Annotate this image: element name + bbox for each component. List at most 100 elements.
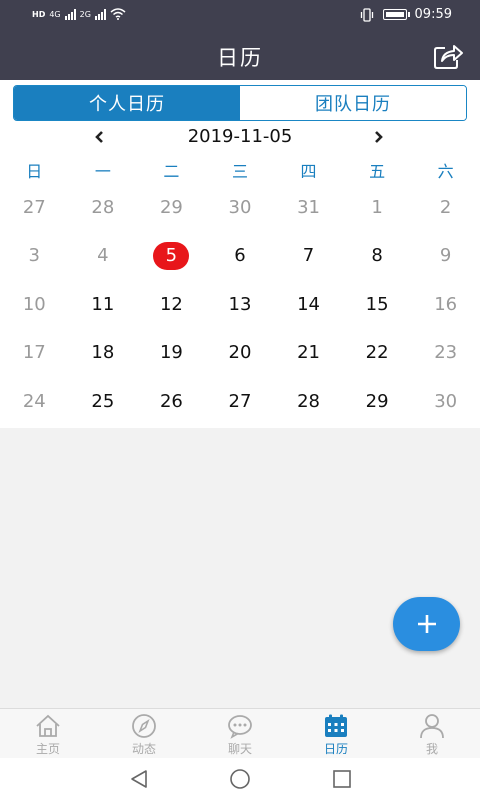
share-icon[interactable]	[432, 41, 464, 71]
tab-chat[interactable]: 聊天	[192, 709, 288, 758]
calendar-panel: 个人日历 团队日历 2019-11-05 日 一 二 三 四 五 六 27 28 2…	[0, 80, 480, 428]
day-number: 7	[302, 245, 315, 267]
day-number: 29	[159, 196, 183, 218]
calendar-day[interactable]: 26	[137, 377, 206, 426]
weekday-label: 二	[163, 162, 180, 181]
tab-home[interactable]: 主页	[0, 709, 96, 758]
day-number: 30	[434, 390, 458, 412]
calendar-day[interactable]: 14	[274, 280, 343, 329]
chat-icon	[228, 715, 252, 739]
calendar-day[interactable]: 24	[0, 377, 69, 426]
calendar-day[interactable]: 17	[0, 329, 69, 378]
day-number: 27	[22, 196, 46, 218]
bottom-tab-bar: 主页 动态 聊天 日历 我	[0, 708, 480, 758]
day-number: 28	[91, 196, 115, 218]
calendar-day[interactable]: 27	[0, 183, 69, 232]
network-4g-label: 4G	[49, 9, 61, 19]
calendar-day[interactable]: 10	[0, 280, 69, 329]
chevron-right-icon[interactable]	[366, 126, 390, 148]
tab-me[interactable]: 我	[384, 709, 480, 758]
day-number: 31	[297, 196, 320, 218]
tab-label: 我	[425, 742, 438, 756]
day-number: 4	[97, 245, 109, 267]
home-circle-icon[interactable]	[229, 768, 251, 790]
calendar-day[interactable]: 29	[137, 183, 206, 232]
calendar-day-today[interactable]: 5	[137, 232, 206, 281]
calendar-type-switch: 个人日历 团队日历	[13, 85, 467, 121]
calendar-week-row: 17 18 19 20 21 22 23	[0, 329, 480, 378]
weekday-label: 五	[369, 162, 386, 181]
day-number: 13	[228, 293, 252, 315]
page-title: 日历	[217, 46, 263, 70]
calendar-day[interactable]: 21	[274, 329, 343, 378]
status-right: 09:59	[359, 7, 452, 22]
calendar-day[interactable]: 6	[206, 232, 275, 281]
calendar-day[interactable]: 28	[274, 377, 343, 426]
day-number: 16	[434, 293, 458, 315]
day-number: 26	[159, 390, 183, 412]
tab-calendar[interactable]: 日历	[288, 709, 384, 758]
day-number: 14	[297, 293, 320, 315]
day-number: 29	[365, 390, 389, 412]
tab-label: 动态	[131, 742, 156, 756]
day-number: 11	[91, 293, 115, 315]
calendar-day[interactable]: 12	[137, 280, 206, 329]
signal-icon	[94, 8, 106, 20]
calendar-week-row: 27 28 29 30 31 1 2	[0, 183, 480, 232]
calendar-day[interactable]: 31	[274, 183, 343, 232]
weekday-label: 六	[437, 162, 454, 181]
calendar-day[interactable]: 8	[343, 232, 412, 281]
day-number: 2	[439, 196, 452, 218]
calendar-day[interactable]: 30	[411, 377, 480, 426]
day-number: 12	[159, 293, 183, 315]
calendar-day[interactable]: 29	[343, 377, 412, 426]
calendar-day[interactable]: 25	[69, 377, 138, 426]
calendar-day[interactable]: 15	[343, 280, 412, 329]
day-number: 15	[365, 293, 389, 315]
day-number: 21	[297, 342, 320, 364]
calendar-day[interactable]: 28	[69, 183, 138, 232]
tab-label: 日历	[323, 742, 348, 756]
calendar-day[interactable]: 27	[206, 377, 275, 426]
day-number: 23	[434, 342, 458, 364]
calendar-day[interactable]: 4	[69, 232, 138, 281]
calendar-day[interactable]: 11	[69, 280, 138, 329]
home-icon	[36, 714, 60, 737]
day-number: 25	[91, 390, 115, 412]
tab-label: 聊天	[227, 742, 252, 756]
weekday-header: 日 一 二 三 四 五 六	[0, 158, 480, 182]
day-number: 6	[234, 245, 246, 267]
calendar-day[interactable]: 22	[343, 329, 412, 378]
calendar-day[interactable]: 9	[411, 232, 480, 281]
recents-icon[interactable]	[331, 768, 353, 790]
calendar-day[interactable]: 13	[206, 280, 275, 329]
calendar-day[interactable]: 2	[411, 183, 480, 232]
day-number: 9	[439, 245, 452, 267]
compass-icon	[132, 714, 156, 738]
calendar-day[interactable]: 30	[206, 183, 275, 232]
status-time: 09:59	[414, 7, 452, 22]
tab-personal-calendar[interactable]: 个人日历	[14, 86, 240, 120]
calendar-day[interactable]: 16	[411, 280, 480, 329]
calendar-day[interactable]: 23	[411, 329, 480, 378]
battery-icon	[382, 9, 410, 20]
network-2g-label: 2G	[79, 9, 91, 19]
calendar-day[interactable]: 3	[0, 232, 69, 281]
back-icon[interactable]	[128, 768, 150, 790]
calendar-day[interactable]: 20	[206, 329, 275, 378]
tab-team-calendar[interactable]: 团队日历	[240, 86, 466, 120]
hd-badge: HD	[32, 9, 46, 19]
wifi-icon	[110, 8, 126, 20]
day-number: 24	[22, 390, 46, 412]
day-number: 17	[22, 342, 46, 364]
calendar-day[interactable]: 19	[137, 329, 206, 378]
vibrate-icon	[360, 7, 373, 22]
status-left: HD 4G 2G	[32, 8, 126, 20]
add-event-button[interactable]	[393, 597, 460, 651]
calendar-week-row: 24 25 26 27 28 29 30	[0, 377, 480, 426]
calendar-day[interactable]: 7	[274, 232, 343, 281]
system-nav-bar	[0, 758, 480, 800]
tab-activity[interactable]: 动态	[96, 709, 192, 758]
calendar-day[interactable]: 18	[69, 329, 138, 378]
calendar-day[interactable]: 1	[343, 183, 412, 232]
